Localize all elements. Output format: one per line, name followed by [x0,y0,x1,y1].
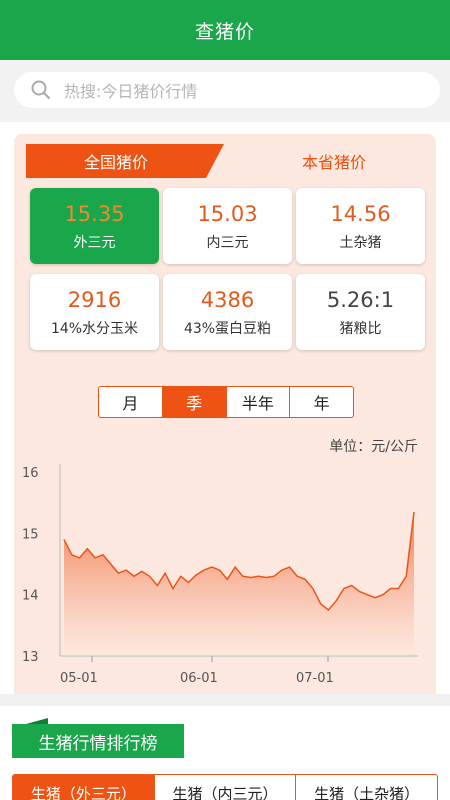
tab-province-price[interactable]: 本省猪价 [244,144,424,178]
price-label: 外三元 [73,235,116,251]
page-title: 查猪价 [194,20,255,43]
price-trend-chart: 16 15 14 13 05-01 06-01 07-01 [22,464,418,686]
chart-y-tick-label: 13 [22,650,39,665]
region-tabs: 全国猪价 本省猪价 [26,144,424,178]
tab-national-label: 全国猪价 [83,153,148,172]
price-value: 5.26:1 [326,288,395,312]
ranking-tab-nei-san-yuan[interactable]: 生猪（内三元） [155,775,297,800]
tab-half-year[interactable]: 半年 [227,387,291,417]
price-label: 土杂猪 [339,235,382,251]
chart-x-tick-label: 07-01 [296,671,334,686]
price-value: 14.56 [330,202,391,226]
ranking-tab-tu-za-zhu[interactable]: 生猪（土杂猪） [296,775,437,800]
chart-y-tick-label: 16 [22,466,39,481]
chart-x-tick-label: 05-01 [60,671,98,686]
tab-month[interactable]: 月 [99,387,163,417]
tab-province-label: 本省猪价 [301,153,366,172]
price-value: 2916 [67,288,122,312]
ranking-tab-wai-san-yuan[interactable]: 生猪（外三元） [13,775,155,800]
chart-x-tick-label: 06-01 [180,671,218,686]
price-card-wai-san-yuan[interactable]: 15.35 外三元 [30,188,159,264]
price-card-corn[interactable]: 2916 14%水分玉米 [30,274,159,350]
ranking-card: 生猪行情排行榜 生猪（外三元） 生猪（内三元） 生猪（土杂猪） [0,706,450,800]
ranking-section: 生猪行情排行榜 生猪（外三元） 生猪（内三元） 生猪（土杂猪） [0,694,450,800]
search-bar-area: 热搜:今日猪价行情 [0,60,450,122]
price-panel: 全国猪价 本省猪价 15.35 外三元 15.03 内三元 14.56 土杂猪 … [14,134,436,694]
ranking-tabs: 生猪（外三元） 生猪（内三元） 生猪（土杂猪） [12,774,438,800]
price-value: 15.35 [64,202,125,226]
ranking-title: 生猪行情排行榜 [38,733,158,754]
price-label: 43%蛋白豆粕 [183,321,272,337]
search-placeholder: 热搜:今日猪价行情 [64,82,198,101]
period-selector: 月 季 半年 年 [98,386,354,418]
price-value: 4386 [200,288,255,312]
ranking-title-banner: 生猪行情排行榜 [12,718,184,758]
price-value: 15.03 [197,202,258,226]
search-icon [30,79,52,101]
price-card-soybean-meal[interactable]: 4386 43%蛋白豆粕 [163,274,292,350]
chart-y-tick-label: 14 [22,589,39,604]
price-card-tu-za-zhu[interactable]: 14.56 土杂猪 [296,188,425,264]
price-card-nei-san-yuan[interactable]: 15.03 内三元 [163,188,292,264]
chart-y-tick-label: 15 [22,527,39,542]
tab-national-price[interactable]: 全国猪价 [26,144,224,178]
price-label: 猪粮比 [339,321,382,337]
price-card-pig-grain-ratio[interactable]: 5.26:1 猪粮比 [296,274,425,350]
tab-quarter[interactable]: 季 [162,387,227,417]
price-label: 14%水分玉米 [50,321,139,337]
tab-year[interactable]: 年 [290,387,353,417]
chart-area-fill [64,511,414,656]
app-header: 查猪价 [0,0,450,60]
search-input[interactable]: 热搜:今日猪价行情 [14,72,440,108]
price-label: 内三元 [206,235,249,251]
